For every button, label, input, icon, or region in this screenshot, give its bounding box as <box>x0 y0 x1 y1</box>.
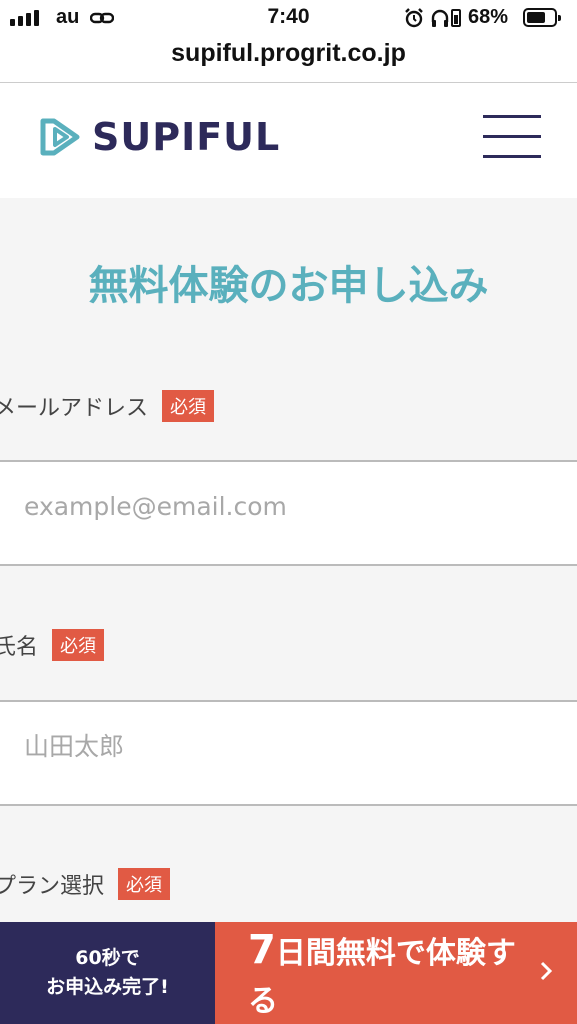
battery-percentage: 68% <box>468 6 509 28</box>
required-badge: 必須 <box>162 390 215 422</box>
page-title: 無料体験のお申し込み <box>88 263 489 309</box>
brand-logo-link[interactable]: SUPIFUL <box>40 115 280 159</box>
chevron-right-icon <box>540 961 553 981</box>
quick-signup-note: 60秒で お申込み完了! <box>0 922 215 1024</box>
brand-name: SUPIFUL <box>92 115 281 159</box>
required-badge: 必須 <box>118 868 171 900</box>
battery-icon <box>523 8 561 27</box>
email-field-container <box>0 460 577 566</box>
bottom-cta-bar: 60秒で お申込み完了! 7日間無料で体験する <box>0 922 577 1024</box>
status-bar: au 7:40 68% <box>0 0 577 38</box>
rotation-lock-icon <box>451 9 461 27</box>
email-label-text: メールアドレス <box>0 396 149 421</box>
email-label: メールアドレス 必須 <box>0 390 215 422</box>
headphones-icon <box>431 9 449 27</box>
plan-label: プラン選択 必須 <box>0 868 171 900</box>
address-bar[interactable]: supiful.progrit.co.jp <box>0 38 577 82</box>
hamburger-menu-icon[interactable] <box>483 115 541 159</box>
url-text: supiful.progrit.co.jp <box>171 39 406 67</box>
alarm-icon <box>405 8 423 28</box>
email-field[interactable] <box>24 492 544 521</box>
plan-label-text: プラン選択 <box>0 874 105 899</box>
required-badge: 必須 <box>52 629 105 661</box>
name-label: 氏名 必須 <box>0 629 105 661</box>
name-field-container <box>0 700 577 806</box>
free-trial-label: 7日間無料で体験する <box>248 926 538 1024</box>
trial-days-number: 7 <box>248 927 276 973</box>
trial-text: 日間無料で体験する <box>248 936 516 1019</box>
name-label-text: 氏名 <box>0 635 39 660</box>
free-trial-button[interactable]: 7日間無料で体験する <box>215 922 577 1024</box>
quick-signup-line2: お申込み完了! <box>46 976 169 998</box>
quick-signup-line1: 60秒で <box>75 947 140 969</box>
site-header: SUPIFUL <box>0 83 577 198</box>
play-logo-icon <box>40 118 80 156</box>
name-field[interactable] <box>24 732 544 761</box>
